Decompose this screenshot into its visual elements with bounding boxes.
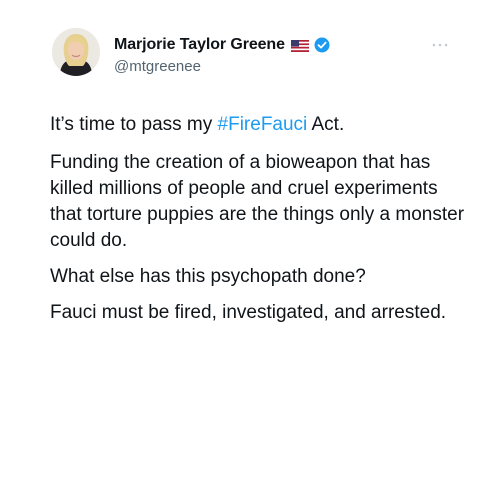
tweet-text: It’s time to pass my #FireFauci Act. Fun… [50,112,470,336]
hashtag-link[interactable]: #FireFauci [218,114,308,135]
verified-badge-icon [314,37,330,53]
name-row: Marjorie Taylor Greene [114,35,330,55]
avatar[interactable] [52,28,100,76]
tweet-paragraph-3: What else has this psychopath done? [50,266,366,287]
handle[interactable]: @mtgreenee [114,58,330,75]
us-flag-icon [290,39,309,52]
tweet-text-segment: It’s time to pass my [50,114,218,135]
more-options-icon[interactable] [430,36,450,47]
tweet-card: Marjorie Taylor Greene @mtgreenee It’s t… [0,0,500,480]
display-name[interactable]: Marjorie Taylor Greene [114,36,285,54]
tweet-paragraph-4: Fauci must be fired, investigated, and a… [50,302,447,323]
tweet-paragraph-1: It’s time to pass my #FireFauci Act. [50,112,470,138]
tweet-paragraph-2: Funding the creation of a bioweapon that… [50,152,465,251]
author-block[interactable]: Marjorie Taylor Greene @mtgreenee [114,35,330,75]
tweet-text-segment: Act. [307,114,345,135]
avatar-photo [52,28,100,76]
